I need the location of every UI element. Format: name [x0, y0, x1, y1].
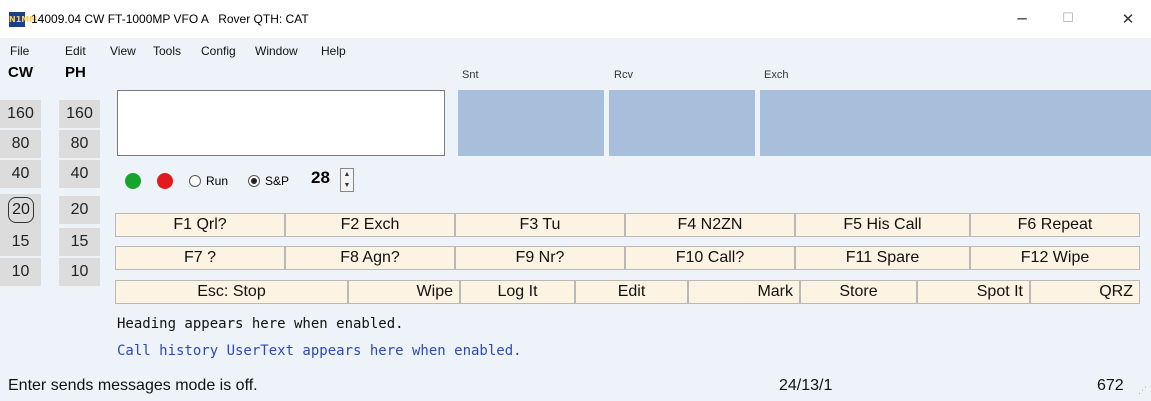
- f8-button[interactable]: F8 Agn?: [285, 246, 455, 270]
- red-status-dot: [157, 173, 173, 189]
- heading-line: Heading appears here when enabled.: [117, 316, 404, 332]
- edit-button[interactable]: Edit: [575, 280, 688, 304]
- app-icon: N1MM: [9, 12, 37, 27]
- rcv-label: Rcv: [614, 69, 633, 81]
- f7-button[interactable]: F7 ?: [115, 246, 285, 270]
- f10-button[interactable]: F10 Call?: [625, 246, 795, 270]
- ph-band-10[interactable]: 10: [59, 258, 100, 286]
- title-bar: N1MM 14009.04 CW FT-1000MP VFO A Rover Q…: [0, 0, 1151, 38]
- cw-band-80[interactable]: 80: [0, 130, 41, 158]
- menu-help[interactable]: Help: [321, 44, 346, 58]
- menu-view[interactable]: View: [110, 44, 136, 58]
- menu-file[interactable]: File: [10, 44, 29, 58]
- resize-grip-icon[interactable]: ⋰: [1138, 386, 1147, 396]
- qrz-button[interactable]: QRZ: [1030, 280, 1140, 304]
- call-history-line: Call history UserText appears here when …: [117, 343, 522, 359]
- ph-band-40[interactable]: 40: [59, 160, 100, 188]
- cw-band-20-cell: 20: [0, 194, 41, 228]
- snt-label: Snt: [462, 69, 479, 81]
- f1-button[interactable]: F1 Qrl?: [115, 213, 285, 237]
- f3-button[interactable]: F3 Tu: [455, 213, 625, 237]
- esc-stop-button[interactable]: Esc: Stop: [115, 280, 348, 304]
- spot-it-button[interactable]: Spot It: [917, 280, 1030, 304]
- spinner-up-icon[interactable]: ▲: [341, 169, 353, 180]
- sp-radio-selected-dot: [251, 178, 257, 184]
- exch-field[interactable]: [760, 90, 1151, 156]
- sp-label: S&P: [265, 174, 290, 188]
- status-message: Enter sends messages mode is off.: [8, 377, 258, 394]
- wipe-button[interactable]: Wipe: [348, 280, 460, 304]
- sp-radio[interactable]: [248, 175, 260, 187]
- cw-band-160[interactable]: 160: [0, 100, 41, 128]
- menu-edit[interactable]: Edit: [65, 44, 86, 58]
- f2-button[interactable]: F2 Exch: [285, 213, 455, 237]
- run-radio[interactable]: [189, 175, 201, 187]
- cw-band-15[interactable]: 15: [0, 228, 41, 256]
- callsign-input[interactable]: [117, 90, 445, 156]
- ph-band-80[interactable]: 80: [59, 130, 100, 158]
- rcv-field[interactable]: [609, 90, 755, 156]
- store-button[interactable]: Store: [800, 280, 917, 304]
- ph-band-15[interactable]: 15: [59, 228, 100, 256]
- maximize-button[interactable]: ☐: [1045, 0, 1091, 38]
- green-status-dot: [125, 173, 141, 189]
- menu-window[interactable]: Window: [255, 44, 298, 58]
- status-number: 672: [1097, 377, 1124, 394]
- power-spinner[interactable]: ▲ ▼: [340, 168, 354, 192]
- ph-band-20[interactable]: 20: [59, 196, 100, 224]
- run-label: Run: [206, 174, 229, 188]
- window-title: 14009.04 CW FT-1000MP VFO A Rover QTH: C…: [31, 12, 309, 26]
- ph-band-160[interactable]: 160: [59, 100, 100, 128]
- snt-field[interactable]: [458, 90, 604, 156]
- spinner-down-icon[interactable]: ▼: [341, 180, 353, 191]
- ph-column-header: PH: [65, 64, 86, 81]
- f12-button[interactable]: F12 Wipe: [970, 246, 1140, 270]
- cw-band-20[interactable]: 20: [8, 197, 34, 223]
- f9-button[interactable]: F9 Nr?: [455, 246, 625, 270]
- f4-button[interactable]: F4 N2ZN: [625, 213, 795, 237]
- exch-label: Exch: [764, 69, 789, 81]
- cw-column-header: CW: [8, 64, 33, 81]
- minimize-button[interactable]: ─: [999, 0, 1045, 38]
- mark-button[interactable]: Mark: [688, 280, 800, 304]
- cw-band-40[interactable]: 40: [0, 160, 41, 188]
- f11-button[interactable]: F11 Spare: [795, 246, 970, 270]
- status-counts: 24/13/1: [779, 377, 833, 394]
- menu-config[interactable]: Config: [201, 44, 236, 58]
- power-value[interactable]: 28: [311, 168, 330, 188]
- log-it-button[interactable]: Log It: [460, 280, 575, 304]
- f5-button[interactable]: F5 His Call: [795, 213, 970, 237]
- f6-button[interactable]: F6 Repeat: [970, 213, 1140, 237]
- cw-band-10[interactable]: 10: [0, 258, 41, 286]
- menu-tools[interactable]: Tools: [153, 44, 181, 58]
- close-button[interactable]: ✕: [1105, 0, 1151, 38]
